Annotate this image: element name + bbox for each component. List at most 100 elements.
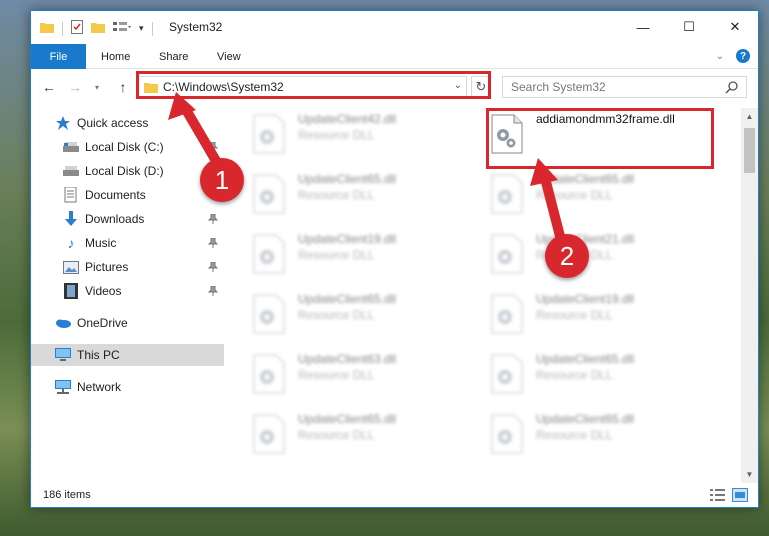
forward-button[interactable]: → — [65, 76, 85, 98]
sidebar-item-label: Local Disk (C:) — [85, 140, 164, 154]
file-name: UpdateClient65.dll — [298, 412, 397, 426]
tab-share[interactable]: Share — [159, 44, 188, 69]
sidebar-item-downloads[interactable]: Downloads — [31, 208, 224, 230]
forward-arrow-icon: → — [68, 79, 82, 95]
scroll-down-button[interactable]: ▼ — [741, 466, 758, 483]
minimize-button[interactable]: — — [620, 11, 666, 43]
file-name: UpdateClient19.dll — [536, 292, 635, 306]
dll-file-icon — [252, 114, 286, 157]
dll-file-icon — [490, 174, 524, 217]
close-icon: ✕ — [729, 19, 741, 34]
tab-file[interactable]: File — [31, 44, 86, 69]
file-name: UpdateClient65.dll — [536, 172, 635, 186]
back-button[interactable]: ← — [39, 76, 59, 98]
list-item[interactable]: UpdateClient65.dll Resource DLL — [230, 408, 460, 458]
dll-file-icon — [252, 294, 286, 337]
pin-icon[interactable] — [207, 141, 219, 155]
list-item[interactable]: UpdateClient63.dll Resource DLL — [230, 348, 460, 398]
file-type: Resource DLL — [536, 368, 613, 382]
close-button[interactable]: ✕ — [712, 11, 758, 43]
file-type: Resource DLL — [298, 128, 375, 142]
separator — [62, 21, 63, 36]
step-1-badge: 1 — [200, 158, 244, 202]
expand-ribbon-icon[interactable]: ⌄ — [716, 51, 724, 62]
title-bar: ▾ System32 — ☐ ✕ — [31, 11, 758, 43]
address-bar-highlight — [136, 71, 491, 99]
file-type: Resource DLL — [298, 188, 375, 202]
ribbon-tabs: File Home Share View ⌄ ? — [31, 44, 758, 69]
file-type: Resource DLL — [536, 188, 613, 202]
pin-icon[interactable] — [207, 285, 219, 299]
quick-access-toolbar: ▾ — [40, 20, 153, 37]
dll-file-icon — [490, 354, 524, 397]
downloads-icon — [63, 211, 79, 227]
sidebar-item-label: Pictures — [85, 260, 129, 274]
sidebar-item-network[interactable]: Network — [31, 376, 224, 398]
pin-icon[interactable] — [207, 237, 219, 251]
documents-icon — [63, 187, 79, 203]
new-folder-icon[interactable] — [91, 21, 105, 36]
sidebar-item-label: Videos — [85, 284, 122, 298]
sidebar-item-this-pc[interactable]: This PC — [31, 344, 224, 366]
chevron-down-icon: ▼ — [745, 470, 754, 479]
dll-file-icon — [252, 354, 286, 397]
list-item[interactable]: UpdateClient65.dll Resource DLL — [468, 408, 698, 458]
pin-icon[interactable] — [207, 261, 219, 275]
file-name: UpdateClient65.dll — [298, 172, 397, 186]
maximize-icon: ☐ — [683, 19, 695, 34]
sidebar-item-documents[interactable]: Documents — [31, 184, 224, 206]
up-button[interactable]: ↑ — [113, 76, 133, 98]
list-item[interactable]: UpdateClient65.dll Resource DLL — [468, 348, 698, 398]
file-type: Resource DLL — [298, 248, 375, 262]
sidebar-item-quick-access[interactable]: Quick access — [31, 112, 224, 134]
sidebar-item-local-disk-d[interactable]: Local Disk (D:) — [31, 160, 224, 182]
file-name: UpdateClient65.dll — [536, 352, 635, 366]
sidebar-item-music[interactable]: ♪ Music — [31, 232, 224, 254]
dll-file-icon — [490, 234, 524, 277]
vertical-scrollbar[interactable]: ▲ ▼ — [741, 108, 758, 483]
maximize-button[interactable]: ☐ — [666, 11, 712, 43]
list-item[interactable]: UpdateClient19.dll Resource DLL — [230, 228, 460, 278]
list-item[interactable]: UpdateClient42.dll Resource DLL — [230, 108, 460, 158]
view-options-icon[interactable] — [113, 21, 131, 36]
recent-locations-button[interactable]: ▾ — [87, 76, 107, 98]
navigation-pane: Quick access Local Disk (C:) Local Disk … — [31, 108, 224, 483]
search-icon[interactable] — [725, 81, 738, 97]
pictures-icon — [63, 259, 79, 275]
file-type: Resource DLL — [298, 308, 375, 322]
list-item[interactable]: UpdateClient65.dll Resource DLL — [230, 168, 460, 218]
list-item[interactable]: UpdateClient65.dll Resource DLL — [468, 168, 698, 218]
sidebar-item-local-disk-c[interactable]: Local Disk (C:) — [31, 136, 224, 158]
sidebar-item-label: This PC — [77, 348, 120, 362]
sidebar-item-label: OneDrive — [77, 316, 128, 330]
tiles-view-icon[interactable] — [732, 488, 748, 502]
sidebar-item-label: Music — [85, 236, 117, 250]
dll-file-icon — [252, 234, 286, 277]
sidebar-item-videos[interactable]: Videos — [31, 280, 224, 302]
music-icon: ♪ — [67, 235, 75, 251]
details-view-icon[interactable] — [710, 488, 726, 502]
search-input[interactable] — [511, 80, 711, 94]
file-type: Resource DLL — [298, 428, 375, 442]
help-icon[interactable]: ? — [736, 49, 750, 63]
folder-icon[interactable] — [40, 21, 54, 36]
step-2-badge: 2 — [545, 234, 589, 278]
dll-file-icon — [490, 414, 524, 457]
scroll-up-button[interactable]: ▲ — [741, 108, 758, 125]
pin-icon[interactable] — [207, 213, 219, 227]
list-item[interactable]: UpdateClient65.dll Resource DLL — [230, 288, 460, 338]
properties-icon[interactable] — [71, 20, 83, 37]
tab-view[interactable]: View — [217, 44, 241, 69]
status-bar: 186 items — [31, 483, 758, 507]
scroll-thumb[interactable] — [744, 128, 755, 173]
chevron-up-icon: ▲ — [745, 112, 754, 121]
sidebar-item-pictures[interactable]: Pictures — [31, 256, 224, 278]
sidebar-item-onedrive[interactable]: OneDrive — [31, 312, 224, 334]
up-arrow-icon: ↑ — [119, 79, 127, 95]
window-title: System32 — [169, 20, 223, 34]
search-box[interactable] — [502, 76, 747, 98]
star-icon — [55, 115, 71, 131]
customize-toolbar-icon[interactable]: ▾ — [139, 23, 144, 34]
tab-home[interactable]: Home — [101, 44, 130, 69]
list-item[interactable]: UpdateClient19.dll Resource DLL — [468, 288, 698, 338]
